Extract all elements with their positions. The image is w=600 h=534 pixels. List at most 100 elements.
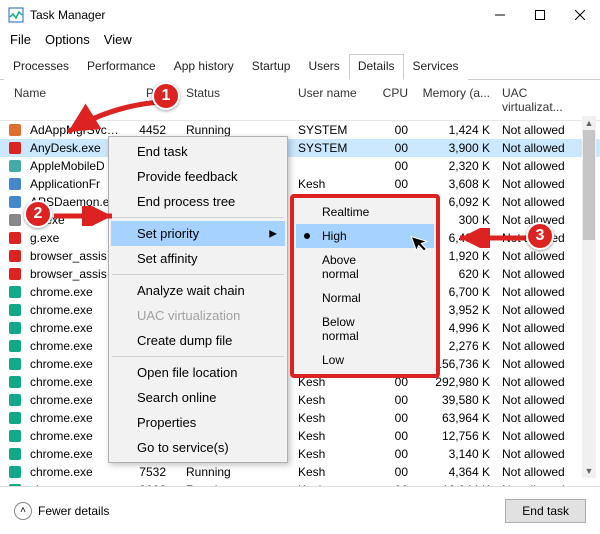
col-status: Status	[172, 86, 292, 114]
cell-uac: Not allowed	[496, 393, 576, 407]
footer-bar: ˄ Fewer details End task	[0, 486, 600, 534]
process-icon	[8, 124, 22, 136]
annotation-arrow-3	[452, 228, 532, 248]
col-uac[interactable]: UAC virtualizat...	[496, 86, 576, 114]
menu-file[interactable]: File	[10, 32, 31, 47]
table-row[interactable]: AppleMobileD002,320 KNot allowed	[0, 157, 600, 175]
cell-cpu: 00	[374, 411, 414, 425]
table-row[interactable]: chrome.exe2960RunningKesh0012,756 KNot a…	[0, 427, 600, 445]
cell-mem: 4,364 K	[414, 465, 496, 479]
cell-cpu: 00	[374, 447, 414, 461]
priority-option[interactable]: Above normal	[296, 248, 434, 286]
cell-mem: 3,608 K	[414, 177, 496, 191]
title-bar: Task Manager	[0, 0, 600, 30]
tab-details[interactable]: Details	[349, 54, 404, 80]
cell-uac: Not allowed	[496, 267, 576, 281]
cell-uac: Not allowed	[496, 321, 576, 335]
cell-user: Kesh	[292, 465, 374, 479]
cell-pid: 7532	[126, 465, 172, 479]
priority-option[interactable]: Low	[296, 348, 434, 372]
col-cpu[interactable]: CPU	[374, 86, 414, 114]
window-title: Task Manager	[30, 8, 480, 22]
menu-item[interactable]: Set affinity	[111, 246, 285, 271]
process-icon	[8, 304, 22, 316]
annotation-arrow-2	[50, 206, 120, 226]
menu-item[interactable]: Properties	[111, 410, 285, 435]
app-icon	[8, 7, 24, 23]
cell-uac: Not allowed	[496, 429, 576, 443]
tab-performance[interactable]: Performance	[78, 54, 165, 80]
process-icon	[8, 448, 22, 460]
cell-uac: Not allowed	[496, 249, 576, 263]
cell-cpu: 00	[374, 393, 414, 407]
tab-app-history[interactable]: App history	[165, 54, 243, 80]
scrollbar-thumb[interactable]	[583, 130, 595, 240]
menu-item[interactable]: Go to service(s)	[111, 435, 285, 460]
cell-user: Kesh	[292, 429, 374, 443]
table-row[interactable]: chrome.exe7532RunningKesh004,364 KNot al…	[0, 463, 600, 481]
col-user[interactable]: User name	[292, 86, 374, 114]
cell-mem: 2,320 K	[414, 159, 496, 173]
menu-item[interactable]: Search online	[111, 385, 285, 410]
cell-user: Kesh	[292, 447, 374, 461]
menu-bar: File Options View	[0, 30, 600, 53]
cell-uac: Not allowed	[496, 141, 576, 155]
table-row[interactable]: chrome.exe2652RunningKesh003,140 KNot al…	[0, 445, 600, 463]
menu-item[interactable]: Set priority▶	[111, 221, 285, 246]
annotation-badge-3: 3	[526, 222, 554, 250]
table-row[interactable]: chrome.exeKesh0039,580 KNot allowed	[0, 391, 600, 409]
menu-item[interactable]: End task	[111, 139, 285, 164]
process-icon	[8, 286, 22, 298]
process-icon	[8, 322, 22, 334]
menu-item[interactable]: Open file location	[111, 360, 285, 385]
col-status-label[interactable]: Status	[186, 86, 220, 100]
maximize-button[interactable]	[520, 0, 560, 30]
tab-processes[interactable]: Processes	[4, 54, 78, 80]
tab-strip: Processes Performance App history Startu…	[0, 53, 600, 80]
col-mem[interactable]: Memory (a...	[414, 86, 496, 114]
close-button[interactable]	[560, 0, 600, 30]
cell-uac: Not allowed	[496, 465, 576, 479]
menu-item[interactable]: Provide feedback	[111, 164, 285, 189]
cell-cpu: 00	[374, 159, 414, 173]
tab-users[interactable]: Users	[299, 54, 348, 80]
table-row[interactable]: AnyDesk.exeSYSTEM003,900 KNot allowed	[0, 139, 600, 157]
table-row[interactable]: ApplicationFrKesh003,608 KNot allowed	[0, 175, 600, 193]
menu-item[interactable]: Create dump file	[111, 328, 285, 353]
cell-uac: Not allowed	[496, 285, 576, 299]
cell-user: Kesh	[292, 411, 374, 425]
cell-cpu: 00	[374, 465, 414, 479]
table-row[interactable]: chrome.exeKesh0063,964 KNot allowed	[0, 409, 600, 427]
scroll-up-icon[interactable]: ▲	[582, 116, 596, 130]
cell-uac: Not allowed	[496, 177, 576, 191]
process-icon	[8, 466, 22, 478]
cell-cpu: 00	[374, 141, 414, 155]
minimize-button[interactable]	[480, 0, 520, 30]
scroll-down-icon[interactable]: ▼	[582, 464, 596, 478]
cell-uac: Not allowed	[496, 447, 576, 461]
menu-view[interactable]: View	[104, 32, 132, 47]
priority-option[interactable]: Normal	[296, 286, 434, 310]
cell-uac: Not allowed	[496, 303, 576, 317]
cell-uac: Not allowed	[496, 339, 576, 353]
cell-uac: Not allowed	[496, 195, 576, 209]
annotation-arrow-1	[60, 98, 170, 140]
process-icon	[8, 250, 22, 262]
chevron-up-icon: ˄	[14, 502, 32, 520]
menu-item[interactable]: Analyze wait chain	[111, 278, 285, 303]
end-task-button[interactable]: End task	[505, 499, 586, 523]
priority-option[interactable]: Below normal	[296, 310, 434, 348]
cell-user: SYSTEM	[292, 141, 374, 155]
priority-option[interactable]: Realtime	[296, 200, 434, 224]
fewer-details-button[interactable]: ˄ Fewer details	[14, 502, 109, 520]
cell-cpu: 00	[374, 177, 414, 191]
menu-options[interactable]: Options	[45, 32, 90, 47]
tab-startup[interactable]: Startup	[243, 54, 300, 80]
process-icon	[8, 196, 22, 208]
menu-item[interactable]: End process tree	[111, 189, 285, 214]
tab-services[interactable]: Services	[404, 54, 468, 80]
context-menu: End taskProvide feedbackEnd process tree…	[108, 136, 288, 463]
cell-user: Kesh	[292, 393, 374, 407]
set-priority-submenu: RealtimeHighAbove normalNormalBelow norm…	[290, 194, 440, 378]
vertical-scrollbar[interactable]: ▲ ▼	[582, 116, 596, 478]
